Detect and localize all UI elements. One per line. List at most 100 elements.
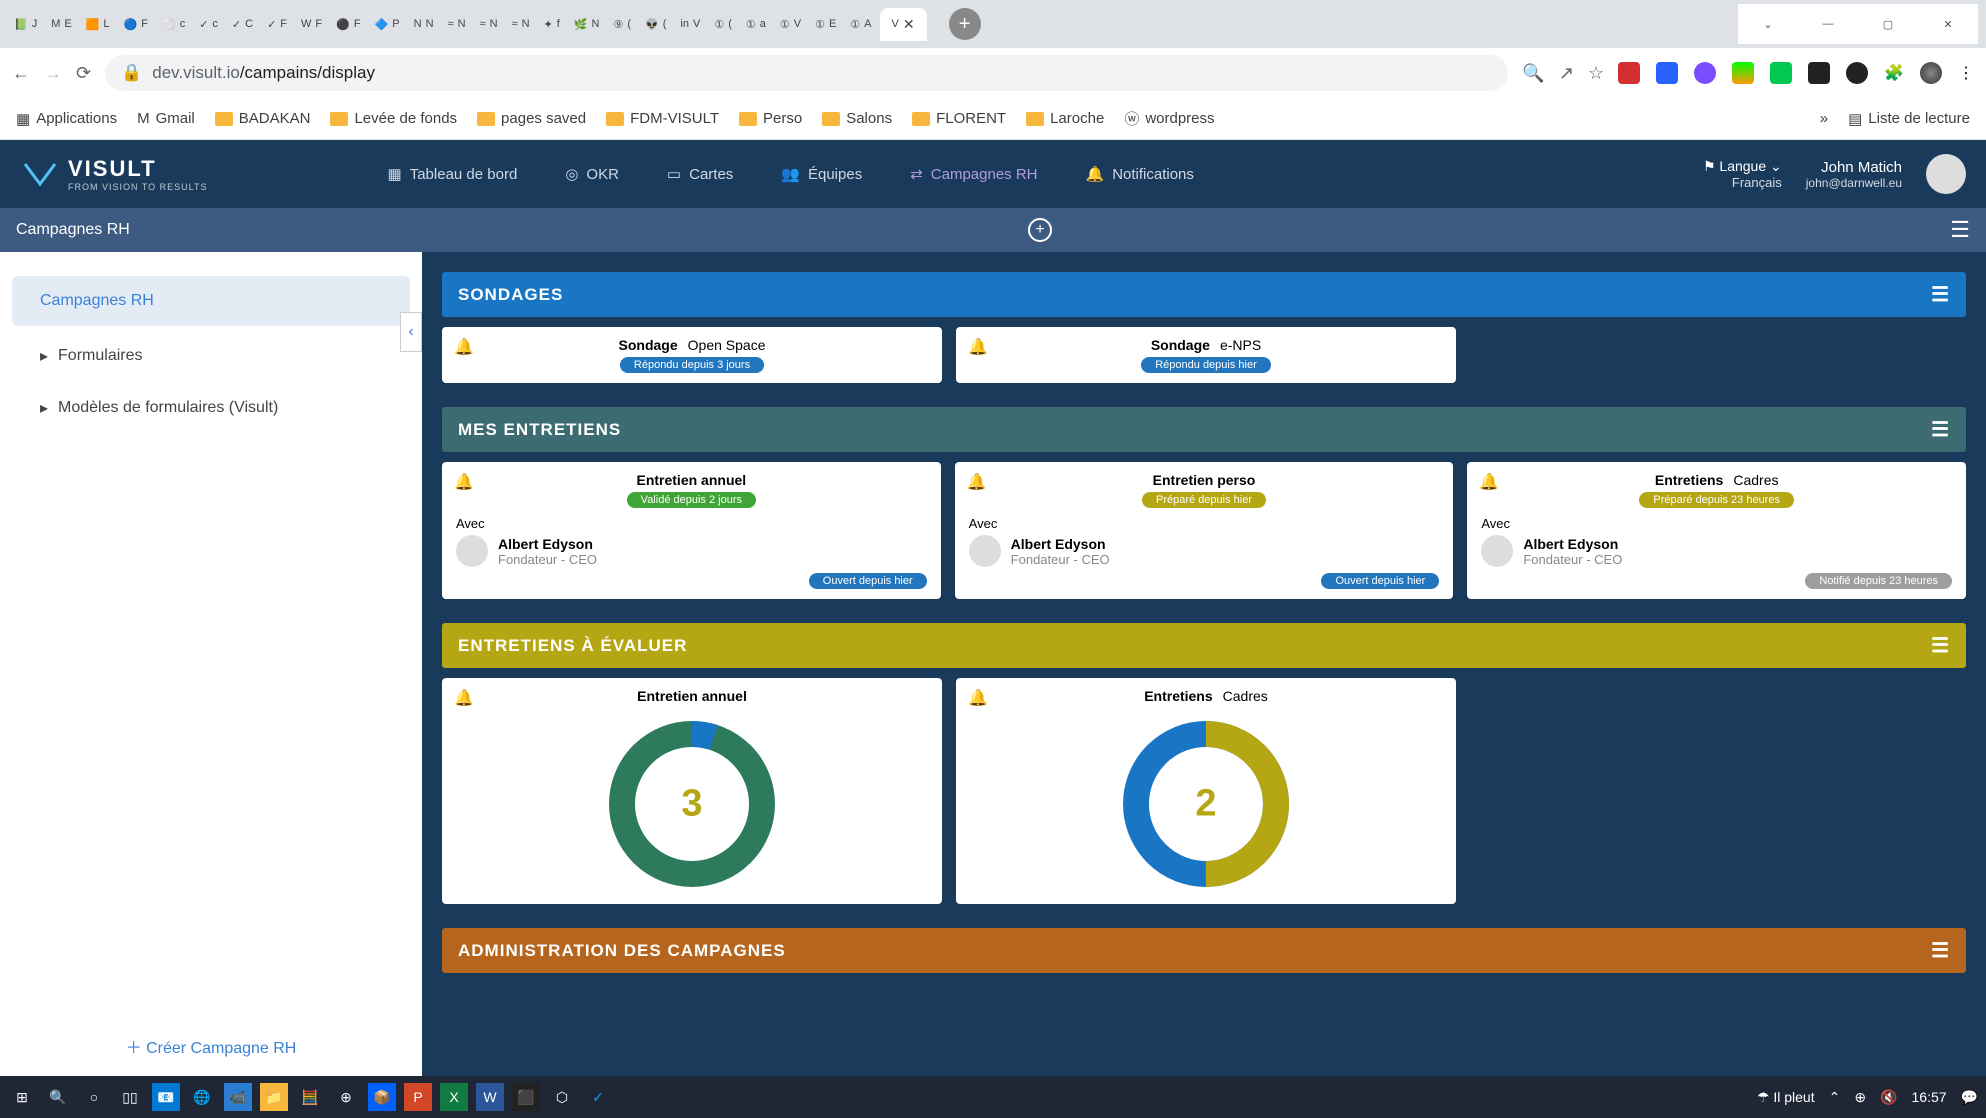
tray-chevron[interactable]: ⌃ [1829, 1089, 1841, 1106]
language-selector[interactable]: ⚑ Langue ⌄ Français [1703, 158, 1782, 190]
taskbar-app[interactable]: 🌐 [188, 1083, 216, 1111]
taskbar-app[interactable]: 📁 [260, 1083, 288, 1111]
ext-icon[interactable] [1694, 62, 1716, 84]
ext-icon[interactable] [1808, 62, 1830, 84]
taskbar-app[interactable]: ⬡ [548, 1083, 576, 1111]
browser-tab[interactable]: W F [295, 14, 328, 34]
close-icon[interactable]: ✕ [903, 16, 915, 33]
menu-icon[interactable]: ☰ [1950, 217, 1970, 243]
nav-dashboard[interactable]: ▦Tableau de bord [388, 165, 518, 183]
browser-tab[interactable]: ① E [809, 14, 842, 35]
sidebar-item-templates[interactable]: ▸Modèles de formulaires (Visult) [0, 382, 422, 434]
start-button[interactable]: ⊞ [8, 1083, 36, 1111]
browser-tab[interactable]: ⚫ F [330, 14, 366, 35]
browser-tab[interactable]: ⚪ c [156, 14, 191, 35]
browser-tab[interactable]: 🌿 N [568, 14, 606, 35]
bookmark-item[interactable]: Salons [822, 110, 892, 127]
back-button[interactable]: ← [12, 63, 30, 84]
zoom-icon[interactable]: 🔍 [1522, 63, 1544, 84]
nav-okr[interactable]: ◎OKR [565, 165, 619, 183]
window-maximize[interactable]: ▢ [1858, 4, 1918, 44]
reload-button[interactable]: ⟳ [76, 63, 91, 84]
taskbar-app[interactable]: 📦 [368, 1083, 396, 1111]
taskbar-app[interactable]: 📹 [224, 1083, 252, 1111]
logo[interactable]: VISULT FROM VISION TO RESULTS [20, 156, 208, 192]
entretien-card[interactable]: 🔔 Entretien annuel Validé depuis 2 jours… [442, 462, 941, 599]
browser-tab[interactable]: ✓ C [226, 14, 259, 35]
browser-tab-active[interactable]: V ✕ [880, 8, 927, 41]
browser-tab[interactable]: ① V [774, 14, 807, 35]
browser-tab[interactable]: ✓ F [261, 14, 293, 35]
taskbar-app[interactable]: ⊕ [332, 1083, 360, 1111]
eval-card[interactable]: 🔔 Entretien annuel 3 [442, 678, 942, 904]
new-tab-button[interactable]: + [949, 8, 981, 40]
browser-tab[interactable]: 🔵 F [118, 14, 154, 35]
bookmark-item[interactable]: M Gmail [137, 110, 195, 127]
bookmark-item[interactable]: FLORENT [912, 110, 1006, 127]
cortana-button[interactable]: ○ [80, 1083, 108, 1111]
taskbar-app[interactable]: P [404, 1083, 432, 1111]
bookmark-more[interactable]: » [1820, 110, 1828, 127]
weather-widget[interactable]: ☂ Il pleut [1757, 1089, 1815, 1106]
tray-icon[interactable]: ⊕ [1854, 1089, 1866, 1106]
bookmark-item[interactable]: ⓦ wordpress [1124, 108, 1214, 129]
extensions-icon[interactable]: 🧩 [1884, 63, 1904, 83]
apps-button[interactable]: ▦ Applications [16, 110, 117, 128]
browser-tab[interactable]: 🔷 P [369, 14, 406, 35]
ext-icon[interactable] [1770, 62, 1792, 84]
menu-icon[interactable]: ☰ [1931, 633, 1950, 658]
nav-notifications[interactable]: 🔔Notifications [1086, 165, 1194, 183]
taskbar-app[interactable]: X [440, 1083, 468, 1111]
taskview-button[interactable]: ▯▯ [116, 1083, 144, 1111]
profile-icon[interactable] [1920, 62, 1942, 84]
taskbar-app[interactable]: ⬛ [512, 1083, 540, 1111]
sondage-card[interactable]: 🔔 SondageOpen Space Répondu depuis 3 jou… [442, 327, 942, 383]
menu-icon[interactable]: ☰ [1931, 282, 1950, 307]
browser-tab[interactable]: ≈ N [474, 14, 504, 34]
forward-button[interactable]: → [44, 63, 62, 84]
create-campaign-button[interactable]: ＋ Créer Campagne RH [0, 1016, 422, 1076]
bookmark-item[interactable]: BADAKAN [215, 110, 311, 127]
reading-list[interactable]: ▤ Liste de lecture [1848, 110, 1970, 128]
browser-tab[interactable]: ① ( [708, 14, 738, 35]
notification-icon[interactable]: 💬 [1961, 1089, 1978, 1106]
browser-tab[interactable]: ① A [844, 14, 877, 35]
search-button[interactable]: 🔍 [44, 1083, 72, 1111]
share-icon[interactable]: ↗ [1559, 63, 1574, 84]
bookmark-item[interactable]: Perso [739, 110, 802, 127]
bookmark-item[interactable]: FDM-VISULT [606, 110, 719, 127]
sidebar-item-campaigns[interactable]: Campagnes RH [12, 276, 410, 326]
browser-tab[interactable]: M E [45, 14, 78, 34]
browser-tab[interactable]: ① a [740, 14, 772, 35]
window-close[interactable]: ✕ [1918, 4, 1978, 44]
bookmark-item[interactable]: Levée de fonds [330, 110, 457, 127]
ext-icon[interactable] [1618, 62, 1640, 84]
sidebar-item-forms[interactable]: ▸Formulaires [0, 330, 422, 382]
browser-tab[interactable]: ✓ c [193, 14, 224, 35]
ext-icon[interactable] [1656, 62, 1678, 84]
browser-tab[interactable]: N N [408, 14, 440, 34]
volume-icon[interactable]: 🔇 [1880, 1089, 1897, 1106]
sondage-card[interactable]: 🔔 Sondagee-NPS Répondu depuis hier [956, 327, 1456, 383]
browser-tab[interactable]: ⑨ ( [607, 14, 637, 35]
browser-tab[interactable]: 🟧 L [80, 14, 116, 35]
entretien-card[interactable]: 🔔 EntretiensCadres Préparé depuis 23 heu… [1467, 462, 1966, 599]
avatar[interactable] [1926, 154, 1966, 194]
add-button[interactable]: + [1028, 218, 1052, 242]
sidebar-collapse[interactable]: ‹ [400, 312, 422, 352]
window-minimize[interactable]: — [1798, 4, 1858, 44]
star-icon[interactable]: ☆ [1588, 63, 1604, 84]
clock[interactable]: 16:57 [1912, 1089, 1947, 1105]
entretien-card[interactable]: 🔔 Entretien perso Préparé depuis hier Av… [955, 462, 1454, 599]
bookmark-item[interactable]: pages saved [477, 110, 586, 127]
ext-icon[interactable] [1732, 62, 1754, 84]
browser-tab[interactable]: in V [674, 14, 706, 34]
url-input[interactable]: 🔒 dev.visult.io/campains/display [105, 55, 1508, 91]
ext-icon[interactable] [1846, 62, 1868, 84]
nav-teams[interactable]: 👥Équipes [781, 165, 862, 183]
taskbar-app[interactable]: 🧮 [296, 1083, 324, 1111]
browser-tab[interactable]: ≈ N [506, 14, 536, 34]
menu-icon[interactable]: ⋮ [1958, 63, 1974, 83]
menu-icon[interactable]: ☰ [1931, 417, 1950, 442]
window-dropdown[interactable]: ⌄ [1738, 4, 1798, 44]
